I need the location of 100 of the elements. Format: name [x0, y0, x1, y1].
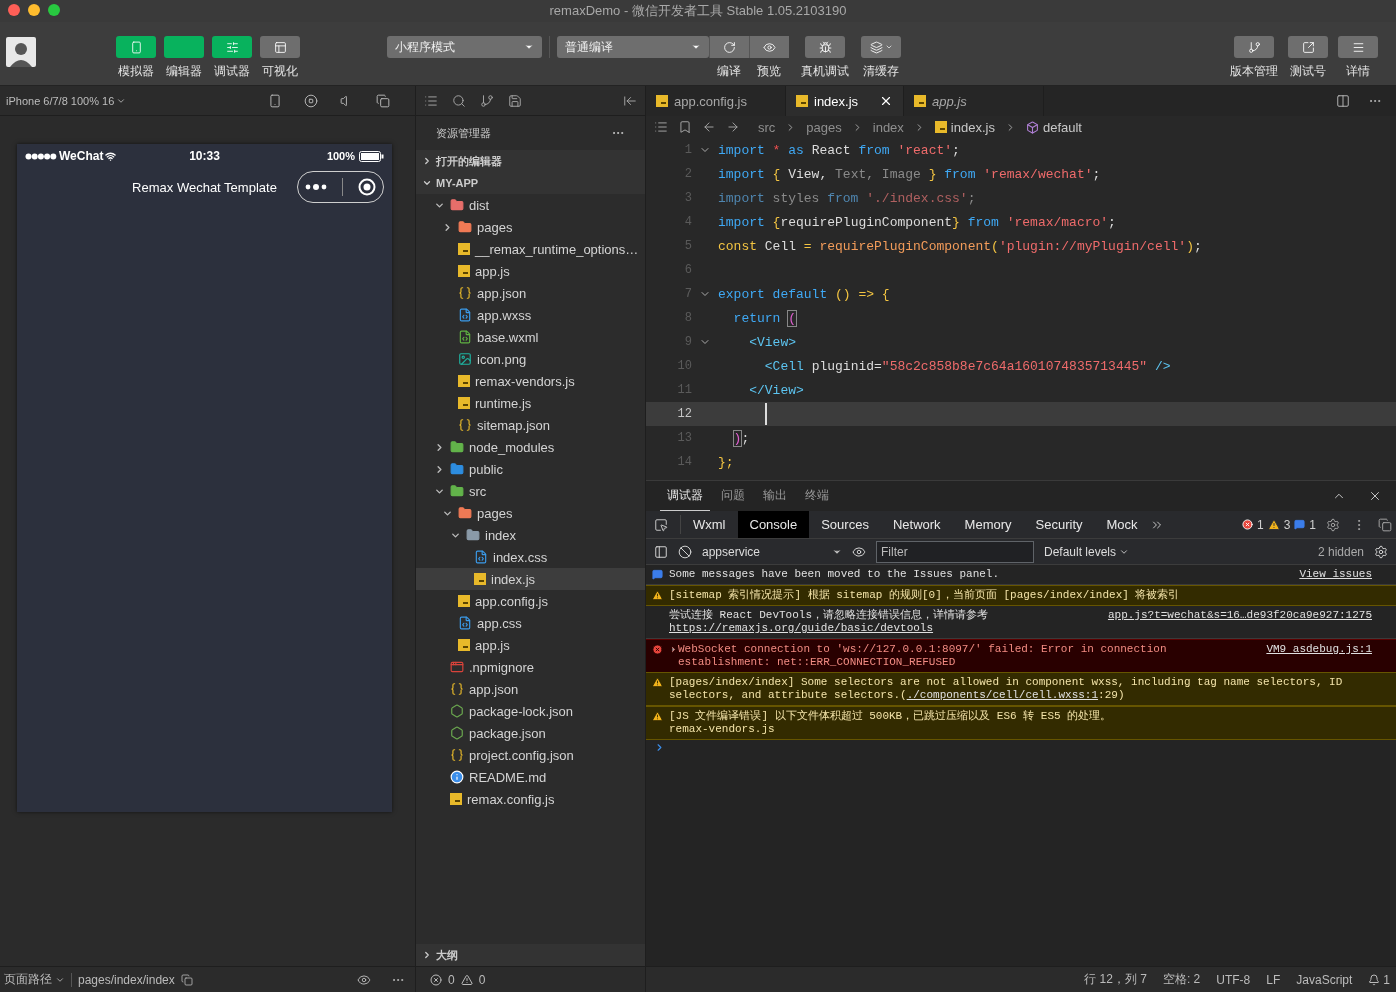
message-link[interactable]: ./components/cell/cell.wxss:1 — [906, 689, 1099, 701]
devtools-tab[interactable]: Security — [1023, 511, 1095, 538]
devtools-tab[interactable]: Network — [880, 511, 953, 538]
minimize-window-button[interactable] — [28, 4, 40, 16]
windows-icon[interactable] — [376, 93, 390, 108]
file-tree-item[interactable]: app.js — [416, 634, 645, 656]
file-tree-item[interactable]: app.wxss — [416, 304, 645, 326]
search-icon[interactable] — [452, 93, 466, 108]
view-toggle-button[interactable] — [116, 36, 156, 58]
devtools-tab[interactable]: Mock — [1094, 511, 1150, 538]
file-tree-item[interactable]: app.json — [416, 282, 645, 304]
file-tree-item[interactable]: app.css — [416, 612, 645, 634]
settings-icon[interactable] — [1326, 517, 1340, 532]
devtools-tab[interactable]: Console — [737, 511, 810, 538]
file-tree-item[interactable]: remax-vendors.js — [416, 370, 645, 392]
notifications[interactable]: 1 — [1368, 972, 1390, 987]
file-tree-item[interactable]: base.wxml — [416, 326, 645, 348]
toolbar-button[interactable] — [749, 36, 789, 58]
file-tree-item[interactable]: package.json — [416, 722, 645, 744]
collapse-icon[interactable] — [623, 93, 637, 108]
encoding[interactable]: UTF-8 — [1216, 972, 1251, 987]
file-tree-item[interactable]: app.js — [416, 260, 645, 282]
file-tree-item[interactable]: sitemap.json — [416, 414, 645, 436]
sidebar-icon[interactable] — [654, 544, 668, 559]
mode-select[interactable]: 小程序模式 — [387, 36, 542, 58]
toolbar-button[interactable] — [861, 36, 901, 58]
bookmark-icon[interactable] — [678, 120, 692, 134]
phone-icon[interactable] — [268, 93, 282, 108]
eye-icon[interactable] — [852, 544, 866, 559]
filter-field[interactable]: Filter — [876, 540, 1034, 563]
panel-tab[interactable]: 输出 — [756, 481, 794, 511]
close-icon[interactable] — [1368, 489, 1382, 503]
file-tree-item[interactable]: icon.png — [416, 348, 645, 370]
file-tree-item[interactable]: .npmignore — [416, 656, 645, 678]
file-tree-item[interactable]: runtime.js — [416, 392, 645, 414]
cursor-position[interactable]: 行 12，列 7 — [1084, 971, 1147, 988]
breadcrumb-item[interactable]: index — [872, 119, 904, 135]
toolbar-button[interactable] — [1288, 36, 1328, 58]
file-tree-item[interactable]: pages — [416, 216, 645, 238]
avatar[interactable] — [6, 37, 36, 67]
split-editor-icon[interactable] — [1336, 94, 1350, 108]
file-tree-item[interactable]: app.config.js — [416, 590, 645, 612]
source-link[interactable]: app.js?t=wechat&s=16…de93f20ca9e927:1275 — [1107, 609, 1372, 622]
file-tree-item[interactable]: index.js — [416, 568, 645, 590]
indentation[interactable]: 空格: 2 — [1162, 971, 1201, 988]
panel-tab[interactable]: 终端 — [798, 481, 836, 511]
editor-tab[interactable]: index.js — [786, 86, 904, 116]
file-tree-item[interactable]: project.config.json — [416, 744, 645, 766]
chevron-icon[interactable] — [434, 463, 445, 475]
breadcrumb-item[interactable]: index.js — [934, 119, 995, 135]
explorer-section[interactable]: MY-APP — [416, 172, 645, 194]
chevron-icon[interactable] — [434, 441, 445, 453]
close-window-button[interactable] — [8, 4, 20, 16]
forward-icon[interactable] — [726, 120, 740, 134]
language-mode[interactable]: JavaScript — [1296, 972, 1353, 987]
toolbar-button[interactable] — [1338, 36, 1378, 58]
close-icon[interactable] — [879, 94, 893, 108]
file-tree-item[interactable]: __remax_runtime_options… — [416, 238, 645, 260]
breadcrumb-item[interactable]: src — [758, 119, 776, 135]
file-tree-item[interactable]: remax.config.js — [416, 788, 645, 810]
devtools-tab[interactable]: Sources — [809, 511, 881, 538]
clear-icon[interactable] — [678, 544, 692, 559]
expand-icon[interactable] — [669, 645, 678, 654]
toolbar-button[interactable] — [1234, 36, 1274, 58]
inspect-icon[interactable] — [654, 517, 668, 532]
explorer-section[interactable]: 打开的编辑器 — [416, 150, 645, 172]
dock-icon[interactable] — [1378, 517, 1392, 532]
save-icon[interactable] — [508, 93, 522, 108]
file-tree-item[interactable]: public — [416, 458, 645, 480]
source-link[interactable]: View issues — [1299, 568, 1372, 581]
line-ending[interactable]: LF — [1266, 972, 1281, 987]
list-icon[interactable] — [424, 93, 438, 108]
toolbar-button[interactable] — [709, 36, 749, 58]
zoom-window-button[interactable] — [48, 4, 60, 16]
file-tree-item[interactable]: index — [416, 524, 645, 546]
view-toggle-button[interactable] — [212, 36, 252, 58]
view-toggle-button[interactable] — [164, 36, 204, 58]
toolbar-button[interactable] — [805, 36, 845, 58]
more-icon[interactable] — [305, 184, 328, 190]
copy-icon[interactable] — [180, 973, 193, 986]
file-tree-item[interactable]: node_modules — [416, 436, 645, 458]
context-select[interactable]: appservice — [702, 544, 842, 559]
device-select[interactable]: iPhone 6/7/8 100% 16 — [6, 94, 256, 107]
file-tree-item[interactable]: index.css — [416, 546, 645, 568]
file-tree-item[interactable]: package-lock.json — [416, 700, 645, 722]
devtools-tab[interactable]: Memory — [952, 511, 1024, 538]
list-icon[interactable] — [654, 120, 668, 134]
file-tree-item[interactable]: app.json — [416, 678, 645, 700]
file-tree-item[interactable]: dist — [416, 194, 645, 216]
panel-tab[interactable]: 问题 — [714, 481, 752, 511]
view-toggle-button[interactable] — [260, 36, 300, 58]
levels-select[interactable]: Default levels — [1044, 544, 1130, 559]
page-path-select[interactable]: 页面路径 — [4, 971, 65, 988]
compile-select[interactable]: 普通编译 — [557, 36, 709, 58]
outline-section[interactable]: 大纲 — [416, 944, 645, 966]
breadcrumb-item[interactable]: pages — [806, 119, 842, 135]
file-tree-item[interactable]: src — [416, 480, 645, 502]
close-target-icon[interactable] — [357, 178, 376, 196]
branch-icon[interactable] — [480, 93, 494, 108]
file-tree-item[interactable]: README.md — [416, 766, 645, 788]
